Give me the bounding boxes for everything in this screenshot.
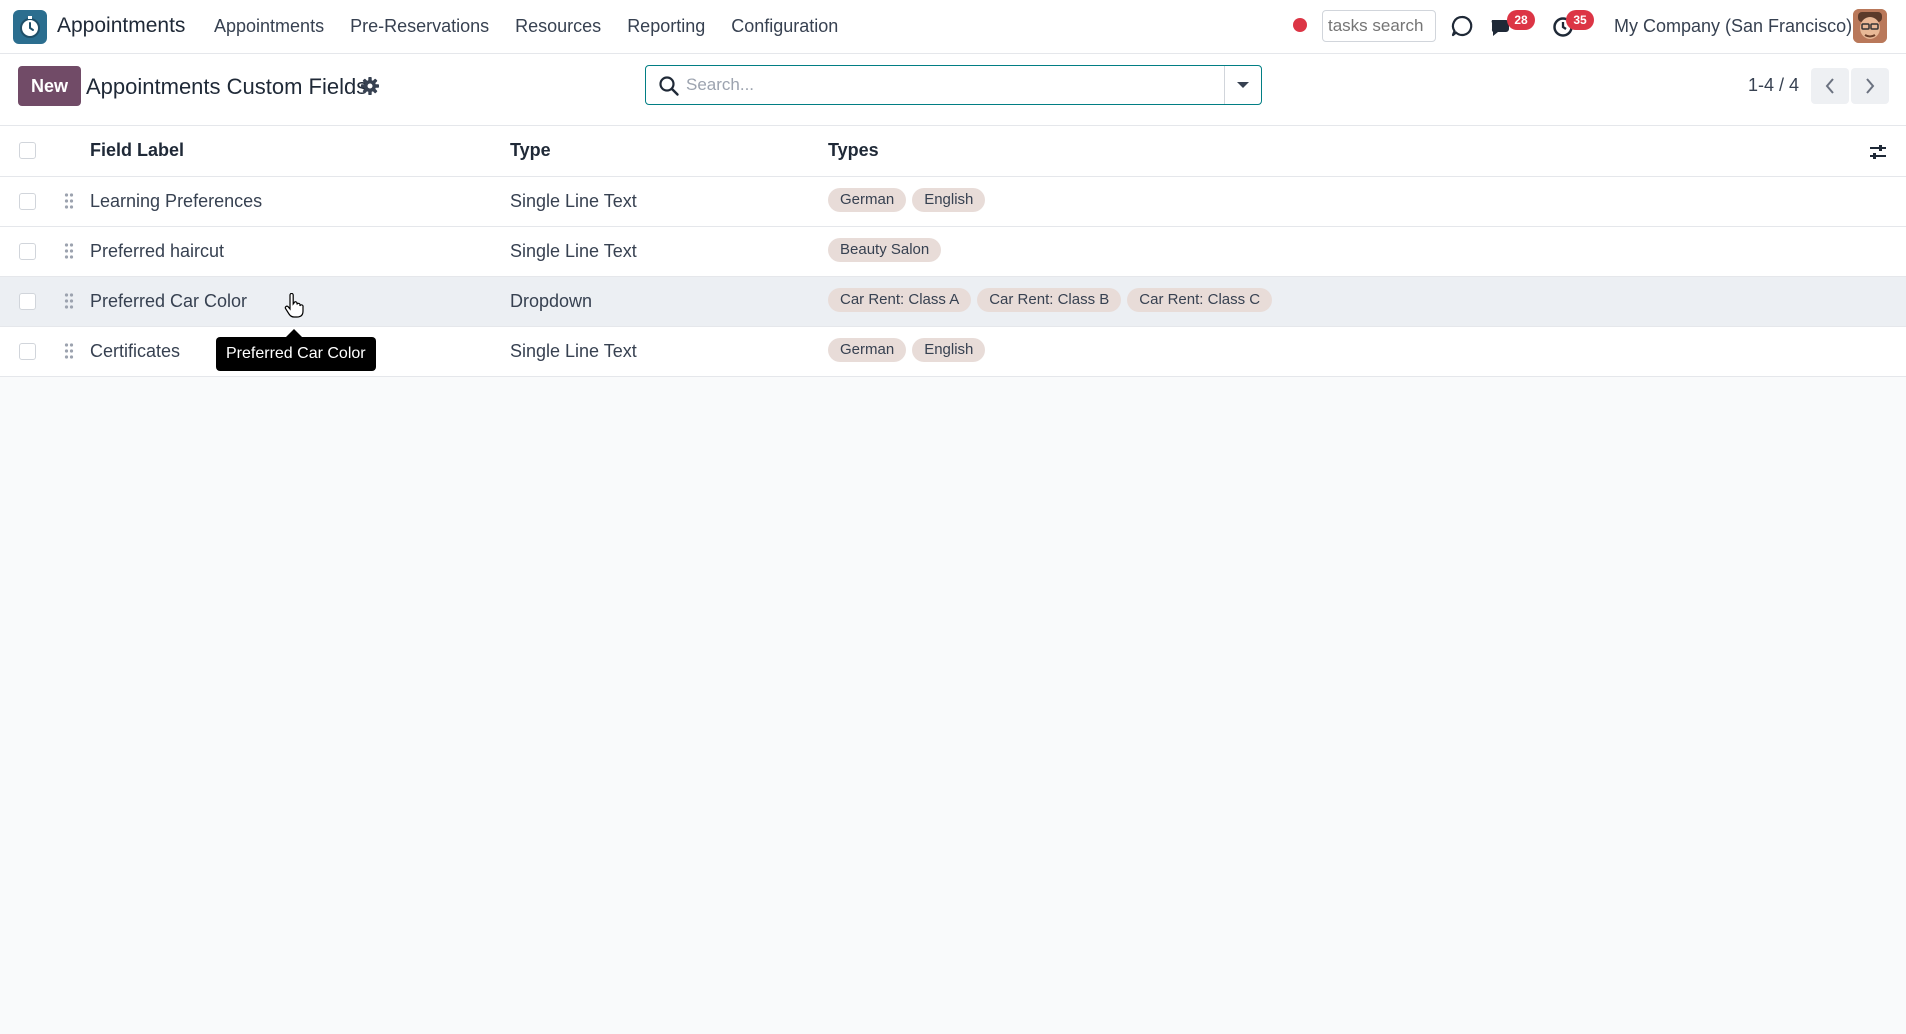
- menu-reporting[interactable]: Reporting: [627, 16, 705, 37]
- activities-count-badge: 35: [1566, 10, 1594, 30]
- field-label-cell: Preferred Car Color: [90, 291, 248, 311]
- type-tag: Beauty Salon: [828, 238, 942, 262]
- gear-icon[interactable]: [360, 76, 380, 96]
- type-cell: Single Line Text: [510, 241, 637, 261]
- app-name[interactable]: Appointments: [57, 14, 185, 38]
- column-header-field-label[interactable]: Field Label: [90, 140, 184, 161]
- caret-down-icon: [1237, 82, 1249, 88]
- type-tag: Car Rent: Class C: [1127, 288, 1273, 312]
- tooltip: Preferred Car Color: [216, 337, 376, 371]
- main-menu: Appointments Pre-Reservations Resources …: [214, 16, 838, 37]
- field-label-cell: Preferred haircut: [90, 241, 225, 261]
- search-options-toggle[interactable]: [1224, 66, 1261, 104]
- field-label-cell: Certificates: [90, 341, 181, 361]
- search-input[interactable]: [686, 72, 1206, 98]
- new-button[interactable]: New: [18, 66, 81, 106]
- row-checkbox[interactable]: [19, 243, 36, 260]
- row-checkbox[interactable]: [19, 193, 36, 210]
- appointments-app-icon[interactable]: [13, 10, 47, 44]
- types-cell: German English: [828, 188, 986, 212]
- type-cell: Single Line Text: [510, 341, 637, 361]
- recording-indicator-icon[interactable]: [1293, 18, 1307, 32]
- types-cell: Car Rent: Class A Car Rent: Class B Car …: [828, 288, 1273, 312]
- field-label-cell: Learning Preferences: [90, 191, 263, 211]
- table-row[interactable]: Preferred haircut Single Line Text Beaut…: [0, 227, 1906, 277]
- menu-appointments[interactable]: Appointments: [214, 16, 324, 37]
- drag-handle-icon[interactable]: [64, 192, 74, 210]
- user-face-icon: [1853, 9, 1887, 43]
- type-cell: Dropdown: [510, 291, 593, 311]
- company-switcher[interactable]: My Company (San Francisco): [1614, 16, 1852, 37]
- search-icon: [659, 76, 679, 96]
- drag-handle-icon[interactable]: [64, 292, 74, 310]
- clock-icon: [20, 16, 40, 38]
- type-tag: Car Rent: Class B: [977, 288, 1122, 312]
- control-panel: New Appointments Custom Fields 1-4 / 4: [0, 54, 1906, 126]
- type-tag: German: [828, 188, 907, 212]
- chevron-right-icon: [1866, 78, 1875, 94]
- pager-previous-button[interactable]: [1811, 68, 1849, 104]
- type-tag: German: [828, 338, 907, 362]
- top-navbar: Appointments Appointments Pre-Reservatio…: [0, 0, 1906, 54]
- types-cell: Beauty Salon: [828, 238, 942, 262]
- menu-pre-reservations[interactable]: Pre-Reservations: [350, 16, 489, 37]
- type-tag: English: [912, 338, 986, 362]
- optional-columns-icon[interactable]: [1868, 142, 1888, 162]
- tasks-search-input[interactable]: [1322, 10, 1436, 42]
- page-title: Appointments Custom Fields: [86, 74, 368, 99]
- menu-resources[interactable]: Resources: [515, 16, 601, 37]
- hand-pointer-icon: [284, 293, 304, 318]
- table-row[interactable]: Learning Preferences Single Line Text Ge…: [0, 177, 1906, 227]
- drag-handle-icon[interactable]: [64, 342, 74, 360]
- user-avatar[interactable]: [1853, 9, 1887, 43]
- type-tag: Car Rent: Class A: [828, 288, 972, 312]
- column-header-type[interactable]: Type: [510, 140, 551, 161]
- pager-value[interactable]: 1-4 / 4: [1748, 75, 1799, 96]
- menu-configuration[interactable]: Configuration: [731, 16, 838, 37]
- pager-next-button[interactable]: [1851, 68, 1889, 104]
- chevron-left-icon: [1825, 78, 1834, 94]
- messages-count-badge: 28: [1507, 10, 1535, 30]
- types-cell: German English: [828, 338, 986, 362]
- column-header-types[interactable]: Types: [828, 140, 879, 161]
- row-checkbox[interactable]: [19, 293, 36, 310]
- search-bar: [645, 65, 1262, 105]
- type-tag: English: [912, 188, 986, 212]
- row-checkbox[interactable]: [19, 343, 36, 360]
- type-cell: Single Line Text: [510, 191, 637, 211]
- discuss-bubble-icon[interactable]: [1448, 12, 1476, 40]
- drag-handle-icon[interactable]: [64, 242, 74, 260]
- table-header: Field Label Type Types: [0, 126, 1906, 177]
- select-all-checkbox[interactable]: [19, 142, 36, 159]
